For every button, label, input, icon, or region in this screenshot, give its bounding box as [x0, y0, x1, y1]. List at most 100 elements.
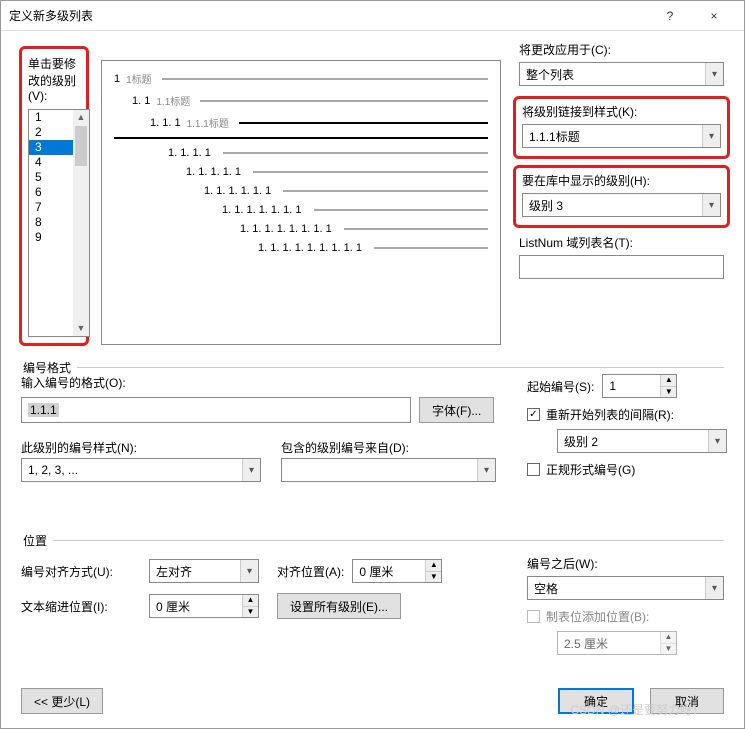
level-item[interactable]: 1 [29, 110, 73, 125]
click-level-label: 单击要修改的级别(V): [28, 57, 76, 103]
watermark: CSDN @还是要努力呀！ [570, 701, 704, 718]
less-button[interactable]: << 更少(L) [21, 688, 103, 714]
chevron-down-icon: ▾ [705, 577, 723, 599]
content: 单击要修改的级别(V): 123456789 ▲ ▼ 11标题1. 11.1标题… [1, 31, 744, 728]
apply-to-label: 将更改应用于(C): [519, 41, 724, 58]
align-combo[interactable]: 左对齐 ▾ [149, 559, 259, 583]
restart-level-combo[interactable]: 级别 2 ▾ [557, 429, 727, 453]
indent-label: 文本缩进位置(I): [21, 598, 141, 615]
num-after-combo[interactable]: 空格 ▾ [527, 576, 724, 600]
dialog-title: 定义新多级列表 [9, 7, 648, 24]
chevron-down-icon: ▾ [705, 63, 723, 85]
preview-row: 1. 1. 1. 1. 1. 1 [114, 185, 488, 197]
show-level-label: 要在库中显示的级别(H): [522, 172, 721, 189]
restart-checkbox[interactable]: 重新开始列表的间隔(R): [527, 406, 727, 423]
preview-row: 1. 1. 11.1.1标题 [114, 115, 488, 130]
preview-row: 11标题 [114, 71, 488, 86]
chevron-down-icon: ▾ [702, 194, 720, 216]
preview-row: 1. 1. 1. 1. 1. 1. 1 [114, 204, 488, 216]
level-listbox[interactable]: 123456789 ▲ ▼ [28, 109, 90, 337]
listnum-input[interactable] [519, 255, 724, 279]
level-item[interactable]: 2 [29, 125, 73, 140]
indent-spinner[interactable]: 0 厘米 ▲▼ [149, 594, 259, 618]
num-after-label: 编号之后(W): [527, 557, 598, 571]
start-at-value: 1 [603, 375, 660, 397]
chevron-down-icon: ▾ [240, 560, 258, 582]
spin-up-icon[interactable]: ▲ [243, 595, 258, 607]
scroll-down-icon[interactable]: ▼ [73, 321, 89, 336]
titlebar: 定义新多级列表 ? × [1, 1, 744, 31]
level-scrollbar[interactable]: ▲ ▼ [73, 110, 89, 336]
enter-format-label: 输入编号的格式(O): [21, 374, 126, 391]
align-pos-label: 对齐位置(A): [277, 563, 344, 580]
start-at-label: 起始编号(S): [527, 378, 594, 395]
level-item[interactable]: 4 [29, 155, 73, 170]
scroll-up-icon[interactable]: ▲ [73, 110, 89, 125]
spin-down-icon[interactable]: ▼ [661, 387, 676, 398]
dialog-window: 定义新多级列表 ? × 单击要修改的级别(V): 123456789 ▲ ▼ 1… [0, 0, 745, 729]
checkbox-icon [527, 408, 540, 421]
link-style-combo[interactable]: 1.1.1标题 ▾ [522, 124, 721, 148]
num-after-value: 空格 [534, 580, 558, 597]
level-item[interactable]: 8 [29, 215, 73, 230]
link-style-region: 将级别链接到样式(K): 1.1.1标题 ▾ [513, 96, 730, 159]
restart-level-value: 级别 2 [564, 433, 598, 450]
preview-row: 1. 1. 1. 1. 1. 1. 1. 1 [114, 223, 488, 235]
chevron-down-icon: ▾ [477, 459, 495, 481]
link-style-label: 将级别链接到样式(K): [522, 103, 721, 120]
right-column: 将更改应用于(C): 整个列表 ▾ 将级别链接到样式(K): 1.1.1标题 ▾ [519, 41, 724, 289]
level-item[interactable]: 6 [29, 185, 73, 200]
level-select-region: 单击要修改的级别(V): 123456789 ▲ ▼ [19, 46, 89, 346]
numfmt-section: 输入编号的格式(O): 1.1.1 字体(F)... 此级别的编号样式(N): … [21, 366, 724, 482]
level-item[interactable]: 5 [29, 170, 73, 185]
tabstop-label: 制表位添加位置(B): [546, 608, 649, 625]
apply-to-combo[interactable]: 整个列表 ▾ [519, 62, 724, 86]
indent-value: 0 厘米 [150, 595, 242, 617]
chevron-down-icon: ▾ [708, 430, 726, 452]
show-level-region: 要在库中显示的级别(H): 级别 3 ▾ [513, 165, 730, 228]
help-button[interactable]: ? [648, 2, 692, 30]
font-button[interactable]: 字体(F)... [419, 397, 494, 423]
tabstop-checkbox[interactable]: 制表位添加位置(B): [527, 608, 724, 625]
close-button[interactable]: × [692, 2, 736, 30]
enter-format-input[interactable]: 1.1.1 [21, 397, 411, 423]
restart-label: 重新开始列表的间隔(R): [546, 406, 674, 423]
num-style-label: 此级别的编号样式(N): [21, 439, 137, 456]
include-from-combo[interactable]: ▾ [281, 458, 496, 482]
formal-checkbox[interactable]: 正规形式编号(G) [527, 461, 727, 478]
include-from-label: 包含的级别编号来自(D): [281, 439, 409, 456]
spin-up-icon[interactable]: ▲ [661, 375, 676, 387]
listnum-label: ListNum 域列表名(T): [519, 234, 724, 251]
chevron-down-icon: ▾ [242, 459, 260, 481]
num-style-value: 1, 2, 3, ... [28, 463, 78, 477]
spin-down-icon[interactable]: ▼ [243, 607, 258, 618]
spin-down-icon[interactable]: ▼ [426, 572, 441, 583]
align-pos-spinner[interactable]: 0 厘米 ▲▼ [352, 559, 442, 583]
enter-format-value: 1.1.1 [28, 403, 59, 417]
preview-row: 1. 1. 1. 1. 1 [114, 166, 488, 178]
chevron-down-icon: ▾ [702, 125, 720, 147]
spin-down-icon: ▼ [661, 644, 676, 655]
checkbox-icon [527, 463, 540, 476]
tabstop-spinner: 2.5 厘米 ▲▼ [557, 631, 677, 655]
spin-up-icon[interactable]: ▲ [426, 560, 441, 572]
checkbox-icon [527, 610, 540, 623]
list-preview: 11标题1. 11.1标题1. 1. 11.1.1标题1. 1. 1. 11. … [101, 60, 501, 345]
tabstop-value: 2.5 厘米 [558, 632, 660, 654]
level-item[interactable]: 3 [29, 140, 73, 155]
spin-up-icon: ▲ [661, 632, 676, 644]
preview-row: 1. 1. 1. 1. 1. 1. 1. 1. 1 [114, 242, 488, 254]
level-item[interactable]: 7 [29, 200, 73, 215]
scroll-thumb[interactable] [75, 126, 87, 166]
formal-label: 正规形式编号(G) [546, 461, 635, 478]
start-at-spinner[interactable]: 1 ▲▼ [602, 374, 677, 398]
align-label: 编号对齐方式(U): [21, 563, 141, 580]
num-style-combo[interactable]: 1, 2, 3, ... ▾ [21, 458, 261, 482]
show-level-combo[interactable]: 级别 3 ▾ [522, 193, 721, 217]
level-item[interactable]: 9 [29, 230, 73, 245]
apply-to-value: 整个列表 [526, 66, 574, 83]
link-style-value: 1.1.1标题 [529, 128, 580, 145]
show-level-value: 级别 3 [529, 197, 563, 214]
set-all-levels-button[interactable]: 设置所有级别(E)... [277, 593, 401, 619]
pos-section: 编号对齐方式(U): 左对齐 ▾ 对齐位置(A): 0 厘米 ▲▼ 文本缩进位置… [21, 541, 724, 655]
